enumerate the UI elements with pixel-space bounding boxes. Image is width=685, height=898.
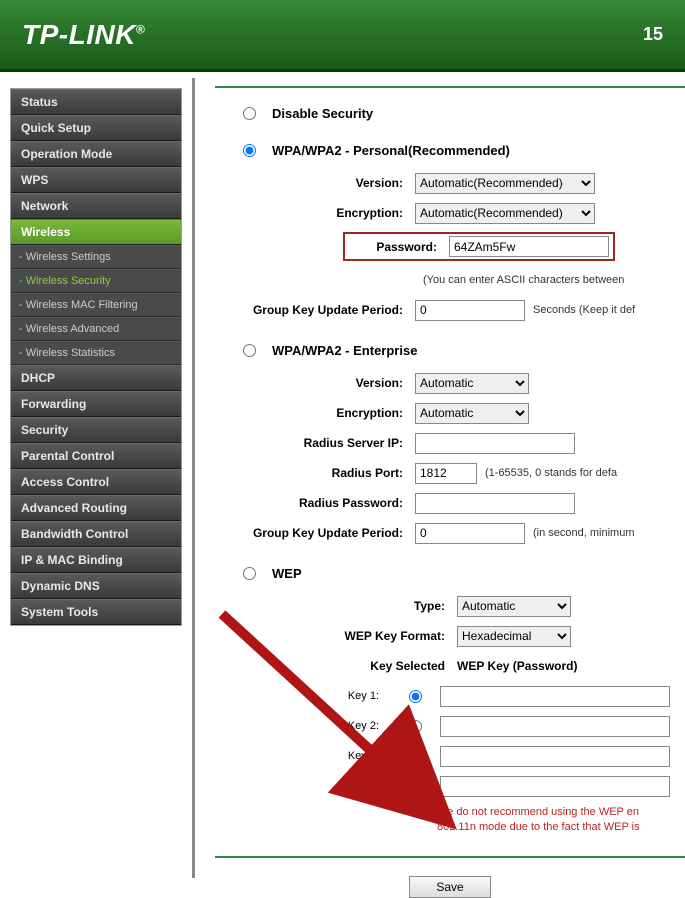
select-encryption[interactable]: Automatic(Recommended)	[415, 203, 595, 224]
radio-wep-key-1[interactable]	[409, 690, 422, 703]
radio-wpa-enterprise[interactable]	[243, 344, 256, 357]
input-radius-ip[interactable]	[415, 433, 575, 454]
input-ent-gkup[interactable]	[415, 523, 525, 544]
hint-gkup: Seconds (Keep it def	[533, 304, 635, 316]
input-wep-key-3[interactable]	[440, 746, 670, 767]
label-wep-key-1: Key 1:	[215, 690, 391, 702]
radio-wpa-personal[interactable]	[243, 144, 256, 157]
label-wep-key-header: WEP Key (Password)	[457, 659, 577, 673]
sidebar-item-access-control[interactable]: Access Control	[11, 469, 181, 495]
sidebar-sub--wireless-security[interactable]: - Wireless Security	[11, 269, 181, 293]
sidebar-item-quick-setup[interactable]: Quick Setup	[11, 115, 181, 141]
sidebar-item-dhcp[interactable]: DHCP	[11, 365, 181, 391]
password-highlight: Password:	[343, 232, 615, 261]
sidebar-item-advanced-routing[interactable]: Advanced Routing	[11, 495, 181, 521]
label-radius-ip: Radius Server IP:	[215, 436, 415, 450]
label-wep-key-4: Key 4:	[215, 780, 391, 792]
divider-bottom	[215, 856, 685, 858]
radio-disable-security[interactable]	[243, 107, 256, 120]
section-wep: WEP	[272, 566, 302, 581]
sidebar-item-wireless[interactable]: Wireless	[11, 219, 181, 245]
sidebar: StatusQuick SetupOperation ModeWPSNetwor…	[10, 88, 182, 626]
sidebar-item-bandwidth-control[interactable]: Bandwidth Control	[11, 521, 181, 547]
model-number: 15	[643, 24, 663, 45]
sidebar-item-wps[interactable]: WPS	[11, 167, 181, 193]
label-encryption: Encryption:	[215, 206, 415, 220]
save-button[interactable]: Save	[409, 876, 490, 898]
sidebar-item-forwarding[interactable]: Forwarding	[11, 391, 181, 417]
radio-wep[interactable]	[243, 567, 256, 580]
label-version: Version:	[215, 176, 415, 190]
logo: TP-LINK®	[22, 19, 145, 51]
sidebar-sub--wireless-advanced[interactable]: - Wireless Advanced	[11, 317, 181, 341]
hint-radius-port: (1-65535, 0 stands for defa	[485, 467, 617, 479]
sidebar-item-security[interactable]: Security	[11, 417, 181, 443]
sidebar-item-system-tools[interactable]: System Tools	[11, 599, 181, 625]
select-ent-version[interactable]: Automatic	[415, 373, 529, 394]
content: Disable Security WPA/WPA2 - Personal(Rec…	[192, 78, 685, 878]
label-gkup: Group Key Update Period:	[215, 303, 415, 317]
sidebar-item-ip-mac-binding[interactable]: IP & MAC Binding	[11, 547, 181, 573]
radio-wep-key-2[interactable]	[409, 720, 422, 733]
section-disable: Disable Security	[272, 106, 373, 121]
input-wep-key-2[interactable]	[440, 716, 670, 737]
select-wep-format[interactable]: Hexadecimal	[457, 626, 571, 647]
label-key-selected: Key Selected	[215, 659, 457, 673]
label-wep-key-3: Key 3:	[215, 750, 391, 762]
radio-wep-key-4[interactable]	[409, 780, 422, 793]
label-radius-port: Radius Port:	[215, 466, 415, 480]
input-radius-port[interactable]	[415, 463, 477, 484]
sidebar-item-network[interactable]: Network	[11, 193, 181, 219]
sidebar-item-status[interactable]: Status	[11, 89, 181, 115]
sidebar-sub--wireless-mac-filtering[interactable]: - Wireless MAC Filtering	[11, 293, 181, 317]
input-gkup[interactable]	[415, 300, 525, 321]
label-wep-key-2: Key 2:	[215, 720, 391, 732]
label-ent-encryption: Encryption:	[215, 406, 415, 420]
input-wep-key-4[interactable]	[440, 776, 670, 797]
hint-password: (You can enter ASCII characters between	[423, 274, 624, 286]
sidebar-item-dynamic-dns[interactable]: Dynamic DNS	[11, 573, 181, 599]
label-wep-type: Type:	[215, 599, 457, 613]
label-radius-pw: Radius Password:	[215, 496, 415, 510]
select-wep-type[interactable]: Automatic	[457, 596, 571, 617]
sidebar-sub--wireless-statistics[interactable]: - Wireless Statistics	[11, 341, 181, 365]
divider	[215, 86, 685, 88]
label-wep-format: WEP Key Format:	[215, 629, 457, 643]
sidebar-item-operation-mode[interactable]: Operation Mode	[11, 141, 181, 167]
select-ent-encryption[interactable]: Automatic	[415, 403, 529, 424]
wep-warning: We do not recommend using the WEP en802.…	[437, 805, 685, 836]
sidebar-item-parental-control[interactable]: Parental Control	[11, 443, 181, 469]
label-ent-version: Version:	[215, 376, 415, 390]
input-radius-pw[interactable]	[415, 493, 575, 514]
label-password: Password:	[349, 240, 449, 254]
select-version[interactable]: Automatic(Recommended)	[415, 173, 595, 194]
section-wpa-enterprise: WPA/WPA2 - Enterprise	[272, 343, 417, 358]
header: TP-LINK® 15	[0, 0, 685, 72]
label-ent-gkup: Group Key Update Period:	[215, 526, 415, 540]
section-wpa-personal: WPA/WPA2 - Personal(Recommended)	[272, 143, 510, 158]
sidebar-sub--wireless-settings[interactable]: - Wireless Settings	[11, 245, 181, 269]
input-password[interactable]	[449, 236, 609, 257]
hint-ent-gkup: (in second, minimum	[533, 527, 634, 539]
input-wep-key-1[interactable]	[440, 686, 670, 707]
radio-wep-key-3[interactable]	[409, 750, 422, 763]
